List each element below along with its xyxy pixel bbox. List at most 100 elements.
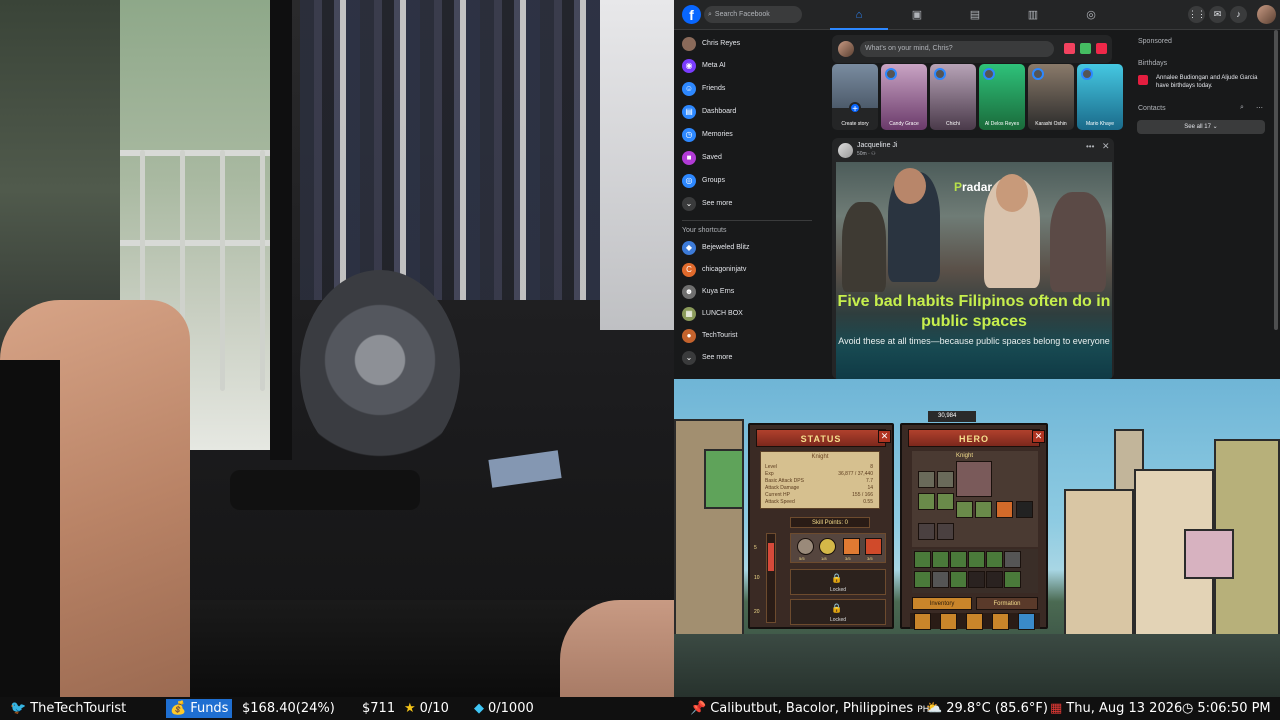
scrollbar[interactable] xyxy=(1274,30,1278,330)
skill-row: 5/5 1/8 3/5 3/5 xyxy=(790,533,886,563)
sidebar-item-friends[interactable]: ☺ Friends xyxy=(682,79,818,99)
story-card[interactable]: Mario Khaye xyxy=(1077,64,1123,130)
date: ▦ Thu, Aug 13 2026 xyxy=(1050,697,1182,720)
close-icon[interactable]: ✕ xyxy=(1032,430,1045,443)
skill-icon[interactable] xyxy=(865,538,882,555)
story-card[interactable]: Al Delos Reyes xyxy=(979,64,1025,130)
skill-icon[interactable] xyxy=(843,538,860,555)
stream-layout: f ⌕ Search Facebook ⌂ ▣ ▤ ▥ ◎ ⋮⋮ ✉ ♪ Chri… xyxy=(0,0,1280,720)
inventory-slot[interactable] xyxy=(914,551,931,568)
inventory-slot[interactable] xyxy=(950,571,967,588)
inventory-slot[interactable] xyxy=(1004,551,1021,568)
shortcut-chicagoninjatv[interactable]: C chicagoninjatv xyxy=(682,260,818,280)
inventory-slot[interactable] xyxy=(932,551,949,568)
equipment-slot[interactable] xyxy=(918,493,935,510)
video-tab-icon[interactable]: ▣ xyxy=(888,0,946,30)
messenger-icon[interactable]: ✉ xyxy=(1209,6,1226,23)
equipment-slot[interactable] xyxy=(918,523,935,540)
radar-logo: Pradar xyxy=(954,180,993,194)
cross-icon[interactable] xyxy=(940,613,957,630)
create-story-card[interactable]: + Create story xyxy=(832,64,878,130)
account-avatar[interactable] xyxy=(1257,5,1276,24)
sidebar-divider xyxy=(682,220,812,221)
story-card[interactable]: Candy Grace xyxy=(881,64,927,130)
facebook-window: f ⌕ Search Facebook ⌂ ▣ ▤ ▥ ◎ ⋮⋮ ✉ ♪ Chri… xyxy=(674,0,1280,379)
skill-icon[interactable] xyxy=(797,538,814,555)
inventory-slot[interactable] xyxy=(1004,571,1021,588)
facebook-logo-icon[interactable]: f xyxy=(682,5,701,24)
more-options-icon[interactable]: ⋯ xyxy=(1256,104,1263,112)
equipment-slot[interactable] xyxy=(956,501,973,518)
twitter-handle: 🐦 TheTechTourist xyxy=(10,697,126,720)
sidebar-item-dashboard[interactable]: ▤ Dashboard xyxy=(682,102,818,122)
search-icon[interactable]: ⌕ xyxy=(1240,104,1244,112)
inventory-slot[interactable] xyxy=(968,571,985,588)
equipment-slot[interactable] xyxy=(918,471,935,488)
live-video-icon[interactable] xyxy=(1064,43,1075,54)
equipment-slot[interactable] xyxy=(937,471,954,488)
status-panel: STATUS ✕ Knight Level 8 Exp 36,877 / 37,44… xyxy=(748,423,894,629)
stats-box: Knight Level 8 Exp 36,877 / 37,440 Basic A… xyxy=(760,451,880,509)
photo-video-icon[interactable] xyxy=(1080,43,1091,54)
menu-grid-icon[interactable]: ⋮⋮ xyxy=(1188,6,1206,23)
search-input[interactable]: ⌕ Search Facebook xyxy=(704,6,802,23)
game-window: STATUS ✕ Knight Level 8 Exp 36,877 / 37,44… xyxy=(674,379,1280,697)
settings-icon[interactable] xyxy=(1018,613,1035,630)
equipment-slot[interactable] xyxy=(1016,501,1033,518)
level-mark: 20 xyxy=(754,609,760,615)
skill-icon[interactable] xyxy=(819,538,836,555)
notifications-bell-icon[interactable]: ♪ xyxy=(1230,6,1247,23)
story-card[interactable]: Karashi Oshin xyxy=(1028,64,1074,130)
photo-face xyxy=(894,168,926,204)
equipment-slot[interactable] xyxy=(975,501,992,518)
equipment-slot[interactable] xyxy=(937,493,954,510)
shortcut-kuya-erns[interactable]: ☻ Kuya Erns xyxy=(682,282,818,302)
home-tab-icon[interactable]: ⌂ xyxy=(830,0,888,30)
see-all-contacts-button[interactable]: See all 17 ⌄ xyxy=(1137,120,1265,134)
equipment-slot[interactable] xyxy=(996,501,1013,518)
story-card[interactable]: Chichi xyxy=(930,64,976,130)
close-icon[interactable]: ✕ xyxy=(1102,141,1110,152)
reel-icon[interactable] xyxy=(1096,43,1107,54)
post-image[interactable]: Pradar Five bad habits Filipinos often d… xyxy=(836,162,1112,379)
marketplace-tab-icon[interactable]: ▤ xyxy=(946,0,1004,30)
formation-icon[interactable] xyxy=(966,613,983,630)
gaming-tab-icon[interactable]: ◎ xyxy=(1062,0,1120,30)
sidebar-item-profile[interactable]: Chris Reyes xyxy=(682,34,818,54)
close-icon[interactable]: ✕ xyxy=(878,430,891,443)
inventory-slot[interactable] xyxy=(986,571,1003,588)
equipment-slot[interactable] xyxy=(937,523,954,540)
shortcut-techtourist[interactable]: ● TechTourist xyxy=(682,326,818,346)
shortcut-lunch-box[interactable]: ▦ LUNCH BOX xyxy=(682,304,818,324)
contacts-title: Contacts xyxy=(1138,105,1166,112)
sponsored-title: Sponsored xyxy=(1138,38,1172,45)
meta-ai-icon: ◉ xyxy=(682,59,696,73)
skill-points-bar: Skill Points: 0 xyxy=(790,517,870,528)
tab-formation[interactable]: Formation xyxy=(976,597,1038,610)
inventory-slot[interactable] xyxy=(932,571,949,588)
location: 📌 Calibutbut, Bacolor, Philippines PH xyxy=(690,697,929,720)
sidebar-item-meta-ai[interactable]: ◉ Meta AI xyxy=(682,56,818,76)
shortcuts-see-more-button[interactable]: ⌄ See more xyxy=(682,348,818,368)
sidebar-item-saved[interactable]: ■ Saved xyxy=(682,148,818,168)
sidebar-item-groups[interactable]: ◎ Groups xyxy=(682,171,818,191)
composer-input[interactable]: What's on your mind, Chris? xyxy=(860,41,1054,57)
inventory-grid xyxy=(912,549,1038,593)
sidebar-see-more-button[interactable]: ⌄ See more xyxy=(682,194,818,214)
shortcut-bejeweled-blitz[interactable]: ◆ Bejeweled Blitz xyxy=(682,238,818,258)
skill-level: 3/5 xyxy=(845,556,851,561)
shop-icon[interactable] xyxy=(992,613,1009,630)
inventory-slot[interactable] xyxy=(968,551,985,568)
sidebar-item-memories[interactable]: ◷ Memories xyxy=(682,125,818,145)
inventory-slot[interactable] xyxy=(914,571,931,588)
birthday-text[interactable]: Annalee Budiongan and Aljude Garcia have… xyxy=(1156,74,1268,90)
more-options-icon[interactable]: ••• xyxy=(1086,142,1094,151)
post-author-avatar[interactable] xyxy=(838,143,853,158)
menu-icon[interactable] xyxy=(914,613,931,630)
inventory-slot[interactable] xyxy=(986,551,1003,568)
post-author[interactable]: Jacqueline Ji xyxy=(857,142,897,149)
inventory-slot[interactable] xyxy=(950,551,967,568)
groups-tab-icon[interactable]: ▥ xyxy=(1004,0,1062,30)
money-bag-icon: 💰 xyxy=(170,701,187,716)
tab-inventory[interactable]: Inventory xyxy=(912,597,972,610)
